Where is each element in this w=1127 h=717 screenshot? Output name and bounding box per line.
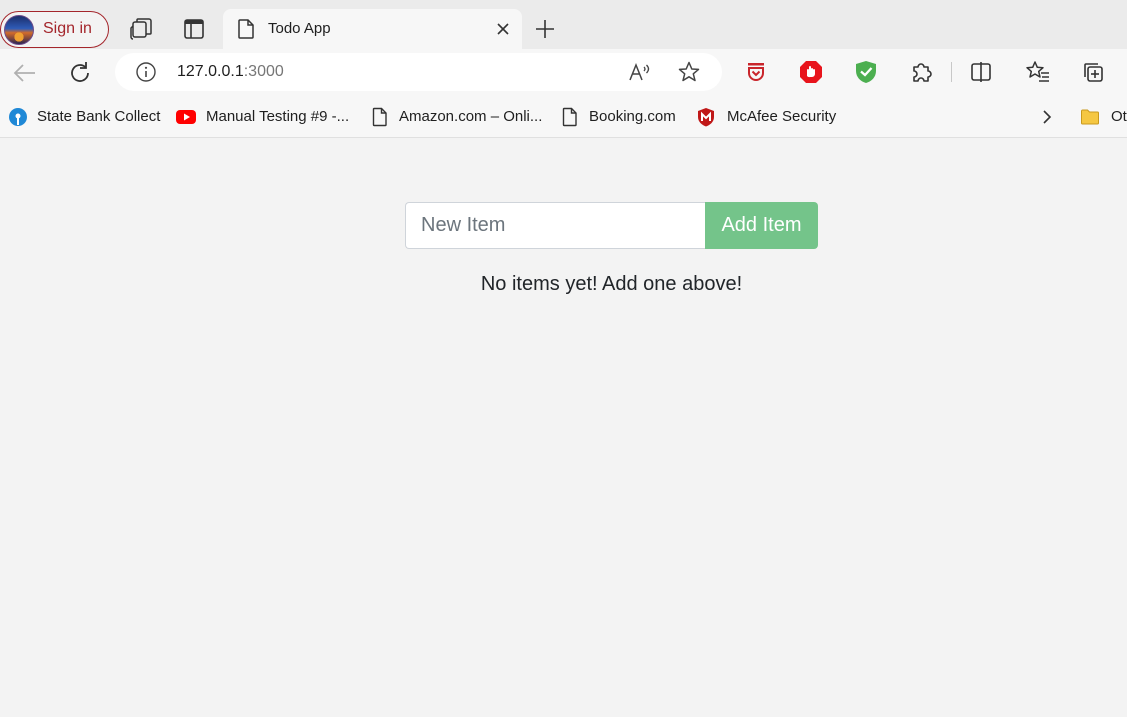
- new-tab-icon[interactable]: [531, 15, 559, 43]
- folder-icon: [1081, 109, 1099, 125]
- tab-strip: Sign in Todo App: [0, 0, 1127, 49]
- vertical-tabs-icon[interactable]: [179, 14, 209, 44]
- tab-title: Todo App: [268, 20, 331, 37]
- url-text[interactable]: 127.0.0.1:3000: [177, 63, 284, 81]
- profile-signin-button[interactable]: Sign in: [0, 11, 109, 48]
- collections-icon[interactable]: [1080, 59, 1106, 85]
- bookmark-label: McAfee Security: [727, 108, 837, 125]
- youtube-icon: [176, 110, 196, 124]
- new-item-input[interactable]: [405, 202, 706, 249]
- tab-todo-app[interactable]: Todo App: [223, 9, 522, 49]
- split-screen-icon[interactable]: [968, 59, 994, 85]
- signin-label: Sign in: [43, 20, 92, 37]
- bookmark-label: Amazon.com – Onli...: [399, 108, 543, 125]
- bookmark-label: State Bank Collect: [37, 108, 161, 125]
- empty-list-message: No items yet! Add one above!: [480, 273, 743, 295]
- extensions-puzzle-icon[interactable]: [908, 59, 934, 85]
- chevron-right-icon[interactable]: [1037, 106, 1057, 128]
- favorites-list-icon[interactable]: [1025, 59, 1051, 85]
- read-aloud-icon[interactable]: [628, 61, 652, 83]
- refresh-icon[interactable]: [65, 58, 95, 88]
- back-arrow-icon[interactable]: [10, 59, 40, 87]
- shield-check-icon[interactable]: [853, 59, 879, 85]
- adblock-stop-icon[interactable]: [798, 59, 824, 85]
- bookmark-label: Manual Testing #9 -...: [206, 108, 350, 125]
- mcafee-icon: [698, 108, 714, 127]
- url-host: 127.0.0.1: [177, 63, 244, 80]
- profile-avatar: [4, 14, 34, 45]
- bookmark-label: Booking.com: [589, 108, 676, 125]
- bookmarks-bar: State Bank Collect Manual Testing #9 -..…: [0, 96, 1127, 138]
- toolbar-divider: [951, 62, 952, 82]
- url-port: :3000: [243, 63, 284, 80]
- browser-toolbar: 127.0.0.1:3000: [0, 49, 1127, 96]
- sbi-icon: [9, 108, 27, 126]
- workspaces-icon[interactable]: [126, 14, 156, 44]
- add-item-button[interactable]: Add Item: [705, 202, 818, 249]
- page-icon: [372, 107, 387, 127]
- close-icon[interactable]: [493, 19, 513, 39]
- favorite-star-icon[interactable]: [677, 60, 701, 84]
- info-icon[interactable]: [135, 61, 157, 83]
- address-bar[interactable]: 127.0.0.1:3000: [115, 53, 722, 91]
- page-icon: [562, 107, 577, 127]
- page-icon: [238, 19, 254, 39]
- bookmark-label: Ot: [1111, 108, 1127, 125]
- todo-app-page: Add Item No items yet! Add one above!: [0, 139, 1127, 717]
- save-to-pocket-icon[interactable]: [743, 59, 769, 85]
